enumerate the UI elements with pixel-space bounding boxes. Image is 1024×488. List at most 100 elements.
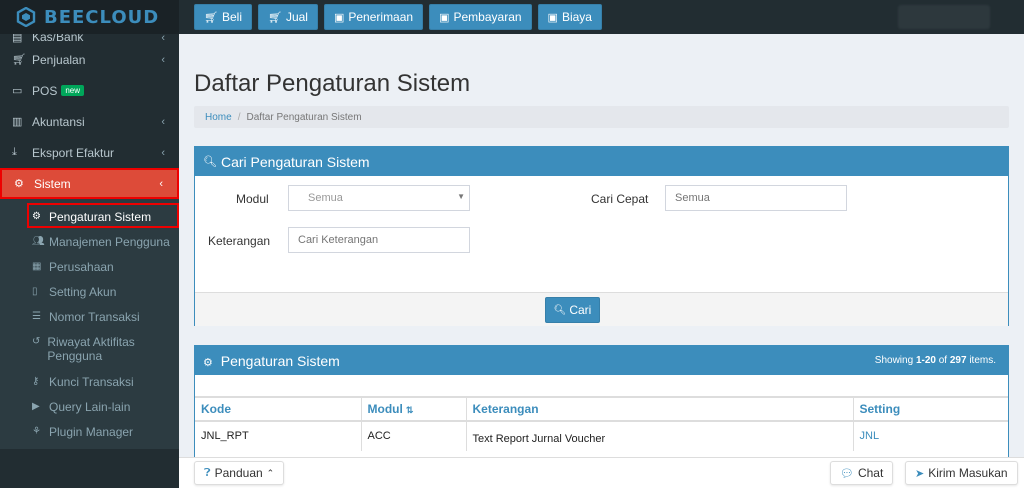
hexagon-logo-icon bbox=[16, 7, 36, 27]
monitor-icon: ▭ bbox=[12, 85, 23, 97]
chevron-left-icon: ‹ bbox=[161, 53, 165, 66]
modul-select[interactable]: Semua ▼ bbox=[288, 185, 470, 211]
file-icon: ▯ bbox=[32, 286, 38, 297]
search-icon: 🔍︎ bbox=[553, 304, 567, 316]
submenu-label: Riwayat Aktifitas Pengguna bbox=[47, 335, 135, 363]
send-icon: ➤ bbox=[915, 467, 925, 480]
submenu-query-lain-lain[interactable]: ▶ Query Lain-lain bbox=[0, 395, 179, 420]
submenu-label: Manajemen Pengguna bbox=[49, 235, 170, 249]
table-row[interactable]: JNL_RPT ACC Text Report Jurnal Voucher J… bbox=[195, 421, 1008, 451]
sidebar-item-label: Penjualan bbox=[32, 52, 86, 67]
top-bar: BEECLOUD 🛒︎ Beli 🛒︎ Jual ▣ Penerimaan ▣ Pemb… bbox=[0, 0, 1024, 34]
submenu-perusahaan[interactable]: ▦ Perusahaan bbox=[0, 255, 179, 280]
breadcrumb-home[interactable]: Home bbox=[205, 112, 232, 123]
submenu-manajemen-pengguna[interactable]: 👥︎ Manajemen Pengguna bbox=[0, 230, 179, 255]
modul-label: Modul bbox=[236, 192, 269, 206]
cari-cepat-input[interactable] bbox=[665, 185, 847, 211]
cart-icon: 🛒︎ bbox=[204, 11, 218, 24]
sidebar-item-label: Sistem bbox=[34, 176, 71, 191]
col-modul-label: Modul bbox=[367, 402, 403, 416]
col-modul[interactable]: Modul ⇅ bbox=[361, 396, 467, 422]
beli-button[interactable]: 🛒︎ Beli bbox=[194, 4, 252, 30]
list-panel-header: ⚙ Pengaturan Sistem Showing 1-20 of 297 … bbox=[195, 346, 1008, 375]
search-icon: 🔍︎ bbox=[203, 156, 217, 168]
chat-icon: 💬︎ bbox=[840, 467, 854, 480]
submenu-label: Query Lain-lain bbox=[49, 400, 131, 414]
chevron-left-icon: ‹ bbox=[159, 177, 163, 190]
sidebar-item-label: Eksport Efaktur bbox=[32, 145, 115, 160]
main-content: Daftar Pengaturan Sistem Home / Daftar P… bbox=[179, 34, 1024, 488]
sidebar-item-kas-bank[interactable]: ▤ Kas/Bank ‹ bbox=[0, 34, 179, 44]
gear-icon: ⚙ bbox=[32, 211, 41, 222]
sidebar-item-sistem[interactable]: ⚙ Sistem ‹ bbox=[0, 168, 179, 199]
jual-button[interactable]: 🛒︎ Jual bbox=[257, 4, 318, 30]
search-panel-header: 🔍︎ Cari Pengaturan Sistem bbox=[195, 147, 1008, 176]
showing-summary: Showing 1-20 of 297 items. bbox=[875, 355, 996, 366]
sidebar-item-label: Akuntansi bbox=[32, 114, 85, 129]
cari-button-label: Cari bbox=[569, 303, 592, 317]
modul-select-value: Semua bbox=[308, 192, 343, 204]
submenu-label: Perusahaan bbox=[49, 260, 114, 274]
sistem-submenu: ⚙ Pengaturan Sistem 👥︎ Manajemen Penggun… bbox=[0, 199, 179, 449]
chat-button[interactable]: 💬︎ Chat bbox=[830, 461, 894, 485]
submenu-label: Setting Akun bbox=[49, 285, 117, 299]
jual-label: Jual bbox=[285, 10, 308, 24]
sidebar-item-label: Kas/Bank bbox=[32, 34, 84, 44]
cari-button[interactable]: 🔍︎ Cari bbox=[545, 297, 600, 323]
biaya-label: Biaya bbox=[561, 10, 592, 24]
penerimaan-button[interactable]: ▣ Penerimaan bbox=[323, 4, 424, 30]
beli-label: Beli bbox=[221, 10, 242, 24]
play-icon: ▶ bbox=[32, 401, 40, 412]
penerimaan-label: Penerimaan bbox=[348, 10, 414, 24]
user-menu[interactable] bbox=[898, 5, 990, 29]
cari-cepat-label: Cari Cepat bbox=[591, 192, 649, 206]
sidebar: ▤ Kas/Bank ‹ 🛒︎ Penjualan ‹ ▭ POS new ▥ … bbox=[0, 34, 179, 488]
search-form-footer: 🔍︎ Cari bbox=[195, 292, 1008, 326]
gears-icon: ⚙ bbox=[14, 178, 24, 190]
keterangan-label: Keterangan bbox=[208, 234, 271, 248]
col-keterangan[interactable]: Keterangan bbox=[466, 396, 854, 422]
sidebar-item-eksport-efaktur[interactable]: ⤓ Eksport Efaktur ‹ bbox=[0, 137, 179, 168]
plugin-icon: ⚘ bbox=[32, 426, 41, 437]
history-icon: ↺ bbox=[32, 336, 41, 347]
users-icon: 👥︎ bbox=[32, 236, 45, 247]
col-kode[interactable]: Kode bbox=[195, 396, 362, 422]
submenu-nomor-transaksi[interactable]: ☰ Nomor Transaksi bbox=[0, 305, 179, 330]
pembayaran-button[interactable]: ▣ Pembayaran bbox=[429, 4, 532, 30]
building-icon: ▦ bbox=[32, 261, 42, 272]
sidebar-item-akuntansi[interactable]: ▥ Akuntansi ‹ bbox=[0, 106, 179, 137]
breadcrumb: Home / Daftar Pengaturan Sistem bbox=[194, 106, 1009, 128]
kirim-masukan-label: Kirim Masukan bbox=[928, 466, 1008, 480]
sidebar-item-penjualan[interactable]: 🛒︎ Penjualan ‹ bbox=[0, 44, 179, 75]
submenu-pengaturan-sistem[interactable]: ⚙ Pengaturan Sistem bbox=[27, 203, 179, 228]
submenu-riwayat-aktifitas[interactable]: ↺ Riwayat Aktifitas Pengguna bbox=[0, 330, 179, 370]
submenu-kunci-transaksi[interactable]: ⚷ Kunci Transaksi bbox=[0, 370, 179, 395]
biaya-button[interactable]: ▣ Biaya bbox=[537, 4, 602, 30]
search-panel: 🔍︎ Cari Pengaturan Sistem Modul Semua ▼ … bbox=[194, 146, 1009, 326]
question-icon: ❓︎ bbox=[204, 466, 211, 479]
gears-icon: ⚙ bbox=[203, 356, 213, 369]
sidebar-item-pos[interactable]: ▭ POS new bbox=[0, 75, 179, 106]
chevron-left-icon: ‹ bbox=[161, 146, 165, 159]
panduan-button[interactable]: ❓︎ Panduan ⌃ bbox=[194, 461, 285, 485]
money-icon: ▣ bbox=[439, 11, 450, 24]
submenu-label: Nomor Transaksi bbox=[49, 310, 140, 324]
col-setting[interactable]: Setting bbox=[853, 396, 1008, 422]
cell-modul: ACC bbox=[361, 421, 467, 451]
submenu-setting-akun[interactable]: ▯ Setting Akun bbox=[0, 280, 179, 305]
cell-setting[interactable]: JNL bbox=[853, 421, 1008, 451]
table-header-row: Kode Modul ⇅ Keterangan Setting bbox=[195, 396, 1008, 422]
keterangan-input[interactable] bbox=[288, 227, 470, 253]
chart-icon: ▥ bbox=[12, 116, 23, 128]
breadcrumb-separator: / bbox=[237, 111, 241, 123]
logo-text: BEECLOUD bbox=[44, 6, 160, 28]
export-icon: ⤓ bbox=[12, 146, 17, 158]
pembayaran-label: Pembayaran bbox=[453, 10, 522, 24]
kirim-masukan-button[interactable]: ➤ Kirim Masukan bbox=[905, 461, 1018, 485]
search-panel-title: Cari Pengaturan Sistem bbox=[220, 153, 370, 170]
logo[interactable]: BEECLOUD bbox=[0, 0, 179, 34]
showing-range: 1-20 bbox=[915, 355, 936, 366]
sidebar-item-label: POS bbox=[32, 83, 58, 98]
submenu-plugin-manager[interactable]: ⚘ Plugin Manager bbox=[0, 420, 179, 445]
showing-prefix: Showing bbox=[874, 355, 916, 366]
